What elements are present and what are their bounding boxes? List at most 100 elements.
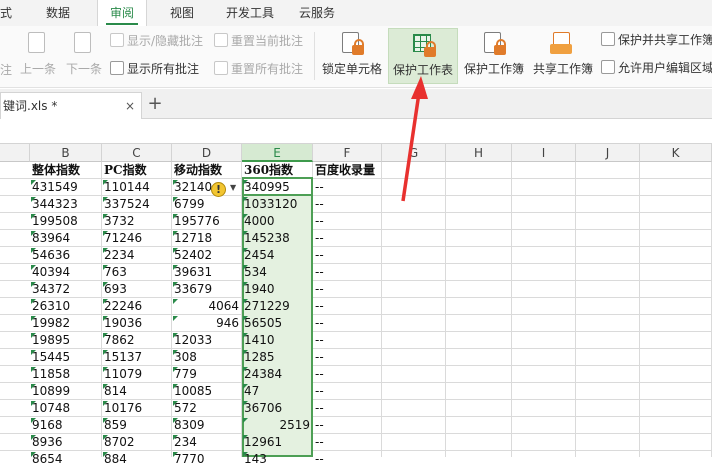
data-cell[interactable]: 10176: [102, 400, 172, 417]
data-cell[interactable]: --: [313, 315, 382, 332]
data-cell[interactable]: 1940: [242, 281, 313, 298]
data-cell[interactable]: 8702: [102, 434, 172, 451]
menu-tab-review[interactable]: 审阅: [97, 0, 148, 26]
data-cell[interactable]: 19982: [30, 315, 102, 332]
share-workbook-button[interactable]: 共享工作簿: [530, 28, 596, 84]
data-cell[interactable]: 12961: [242, 434, 313, 451]
column-header-b[interactable]: B: [30, 144, 102, 162]
data-cell[interactable]: 143: [242, 451, 313, 468]
column-header-f[interactable]: F: [313, 144, 382, 162]
protect-sheet-button[interactable]: 保护工作表: [388, 28, 458, 84]
protect-workbook-button[interactable]: 保护工作簿: [460, 28, 528, 84]
data-cell[interactable]: 340995: [242, 179, 313, 196]
data-cell[interactable]: 946: [172, 315, 242, 332]
header-cell[interactable]: 移动指数: [172, 162, 242, 179]
data-cell[interactable]: 337524: [102, 196, 172, 213]
data-cell[interactable]: 10085: [172, 383, 242, 400]
dropdown-arrow-icon[interactable]: ▼: [230, 183, 236, 192]
protect-and-share-button[interactable]: 保护并共享工作簿: [601, 30, 712, 50]
data-cell[interactable]: 8936: [30, 434, 102, 451]
data-cell[interactable]: 308: [172, 349, 242, 366]
data-cell[interactable]: 4064: [172, 298, 242, 315]
data-cell[interactable]: --: [313, 383, 382, 400]
data-cell[interactable]: 1033120: [242, 196, 313, 213]
data-cell[interactable]: 52402: [172, 247, 242, 264]
header-cell[interactable]: PC指数: [102, 162, 172, 179]
data-cell[interactable]: 11079: [102, 366, 172, 383]
data-cell[interactable]: 39631: [172, 264, 242, 281]
column-header-e[interactable]: E: [242, 144, 313, 162]
data-cell[interactable]: 19036: [102, 315, 172, 332]
close-tab-icon[interactable]: ×: [125, 93, 135, 119]
data-cell[interactable]: --: [313, 417, 382, 434]
data-cell[interactable]: 40394: [30, 264, 102, 281]
data-cell[interactable]: --: [313, 179, 382, 196]
data-cell[interactable]: 1285: [242, 349, 313, 366]
data-cell[interactable]: 234: [172, 434, 242, 451]
data-cell[interactable]: 884: [102, 451, 172, 468]
data-cell[interactable]: 26310: [30, 298, 102, 315]
data-cell[interactable]: 34372: [30, 281, 102, 298]
data-cell[interactable]: 693: [102, 281, 172, 298]
data-cell[interactable]: 54636: [30, 247, 102, 264]
data-cell[interactable]: --: [313, 451, 382, 468]
show-all-comments-button[interactable]: 显示所有批注: [110, 59, 199, 79]
reset-all-comments-button[interactable]: 重置所有批注: [214, 59, 303, 79]
data-cell[interactable]: 859: [102, 417, 172, 434]
data-cell[interactable]: 6799: [172, 196, 242, 213]
data-cell[interactable]: 779: [172, 366, 242, 383]
add-tab-icon[interactable]: +: [146, 92, 164, 118]
data-cell[interactable]: 9168: [30, 417, 102, 434]
header-cell[interactable]: 百度收录量: [313, 162, 382, 179]
data-cell[interactable]: 344323: [30, 196, 102, 213]
data-cell[interactable]: --: [313, 298, 382, 315]
menu-tab-formula[interactable]: 式: [0, 0, 12, 26]
data-cell[interactable]: 33679: [172, 281, 242, 298]
data-cell[interactable]: --: [313, 434, 382, 451]
column-header-g[interactable]: G: [382, 144, 446, 162]
data-cell[interactable]: 10899: [30, 383, 102, 400]
data-cell[interactable]: 2454: [242, 247, 313, 264]
reset-current-comment-button[interactable]: 重置当前批注: [214, 31, 303, 51]
data-cell[interactable]: 15137: [102, 349, 172, 366]
data-cell[interactable]: 12718: [172, 230, 242, 247]
data-cell[interactable]: 814: [102, 383, 172, 400]
data-cell[interactable]: 83964: [30, 230, 102, 247]
allow-edit-ranges-button[interactable]: 允许用户编辑区域: [601, 58, 712, 78]
data-cell[interactable]: 8309: [172, 417, 242, 434]
data-cell[interactable]: 145238: [242, 230, 313, 247]
data-cell[interactable]: --: [313, 366, 382, 383]
data-cell[interactable]: --: [313, 281, 382, 298]
data-cell[interactable]: --: [313, 196, 382, 213]
column-header-d[interactable]: D: [172, 144, 242, 162]
data-cell[interactable]: 22246: [102, 298, 172, 315]
data-cell[interactable]: 47: [242, 383, 313, 400]
data-cell[interactable]: 56505: [242, 315, 313, 332]
data-cell[interactable]: 2519: [242, 417, 313, 434]
prev-comment-button[interactable]: 上一条: [16, 28, 60, 84]
data-cell[interactable]: 7770: [172, 451, 242, 468]
warning-icon[interactable]: !: [211, 182, 226, 197]
data-cell[interactable]: --: [313, 213, 382, 230]
data-cell[interactable]: 8654: [30, 451, 102, 468]
data-cell[interactable]: 1410: [242, 332, 313, 349]
data-cell[interactable]: 71246: [102, 230, 172, 247]
data-cell[interactable]: 7862: [102, 332, 172, 349]
document-tab[interactable]: 键词.xls * ×: [0, 92, 142, 119]
menu-tab-data[interactable]: 数据: [46, 0, 70, 26]
data-cell[interactable]: 572: [172, 400, 242, 417]
data-cell[interactable]: --: [313, 247, 382, 264]
data-cell[interactable]: 271229: [242, 298, 313, 315]
data-cell[interactable]: 12033: [172, 332, 242, 349]
menu-tab-view[interactable]: 视图: [170, 0, 194, 26]
column-header-j[interactable]: J: [576, 144, 640, 162]
data-cell[interactable]: --: [313, 400, 382, 417]
data-cell[interactable]: --: [313, 349, 382, 366]
data-cell[interactable]: 2234: [102, 247, 172, 264]
next-comment-button[interactable]: 下一条: [62, 28, 106, 84]
data-cell[interactable]: 534: [242, 264, 313, 281]
column-header-k[interactable]: K: [640, 144, 712, 162]
column-header-h[interactable]: H: [446, 144, 512, 162]
data-cell[interactable]: 24384: [242, 366, 313, 383]
data-cell[interactable]: 110144: [102, 179, 172, 196]
